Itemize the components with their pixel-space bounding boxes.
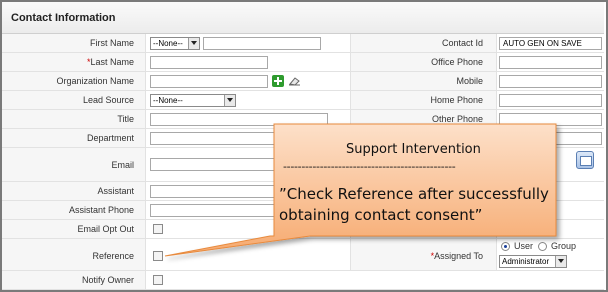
home-phone-label: Home Phone (430, 95, 483, 105)
assign-group-radio[interactable] (538, 242, 547, 251)
lead-source-label: Lead Source (82, 95, 134, 105)
chevron-down-icon (555, 256, 566, 267)
assigned-to-label: *Assigned To (430, 251, 483, 261)
home-phone-input[interactable] (499, 94, 602, 107)
office-phone-label: Office Phone (431, 57, 483, 67)
email-opt-out-label: Email Opt Out (77, 224, 134, 234)
row-lead-source: Lead Source --None-- Home Phone (2, 91, 604, 110)
other-phone-input[interactable] (499, 113, 602, 126)
assistant-label: Assistant (97, 186, 134, 196)
email-opt-out-checkbox[interactable] (153, 224, 163, 234)
first-name-label: First Name (89, 38, 134, 48)
row-reference: Reference *Assigned To User Group Admini… (2, 239, 604, 271)
eraser-icon[interactable] (288, 76, 301, 86)
section-title: Contact Information (11, 12, 116, 24)
section-header: Contact Information (2, 2, 604, 34)
row-organization-name: Organization Name Mobile (2, 72, 604, 91)
first-name-input[interactable] (203, 37, 321, 50)
row-title: Title Other Phone (2, 110, 604, 129)
calendar-icon[interactable] (576, 151, 594, 169)
chevron-down-icon (224, 95, 235, 106)
last-name-input[interactable] (150, 56, 268, 69)
row-last-name: *Last Name Office Phone (2, 53, 604, 72)
assign-user-label: User (514, 241, 534, 251)
reference-checkbox[interactable] (153, 251, 163, 261)
notify-owner-label: Notify Owner (81, 275, 134, 285)
assign-user-radio[interactable] (501, 242, 510, 251)
assigned-to-select[interactable]: Administrator (499, 255, 567, 268)
department-input[interactable] (150, 132, 328, 145)
notify-owner-checkbox[interactable] (153, 275, 163, 285)
callout-title: Support Intervention (346, 142, 481, 157)
last-name-label: *Last Name (86, 57, 134, 67)
lead-source-select[interactable]: --None-- (150, 94, 236, 107)
mobile-label: Mobile (456, 76, 483, 86)
reference-label: Reference (92, 251, 134, 261)
chevron-down-icon (188, 38, 199, 49)
right-input-row6[interactable] (499, 132, 602, 145)
assistant-phone-label: Assistant Phone (68, 205, 134, 215)
organization-name-label: Organization Name (56, 76, 134, 86)
contact-id-field: AUTO GEN ON SAVE (499, 37, 602, 50)
callout-line-2: obtaining contact consent” (279, 206, 483, 224)
department-label: Department (86, 133, 134, 143)
callout-divider: ----------------------------------------… (283, 160, 456, 173)
title-label: Title (117, 114, 134, 124)
plus-icon[interactable] (272, 75, 284, 87)
mobile-input[interactable] (499, 75, 602, 88)
assign-group-label: Group (551, 241, 577, 251)
contact-id-label: Contact Id (441, 38, 483, 48)
organization-name-input[interactable] (150, 75, 268, 88)
salutation-select[interactable]: --None-- (150, 37, 200, 50)
title-input[interactable] (150, 113, 328, 126)
office-phone-input[interactable] (499, 56, 602, 69)
row-department: Department (2, 129, 604, 148)
callout-line-1: ”Check Reference after successfully (279, 185, 549, 203)
other-phone-label: Other Phone (431, 114, 483, 124)
row-notify-owner: Notify Owner (2, 271, 604, 290)
row-first-name: First Name --None-- Contact Id AUTO GEN … (2, 34, 604, 53)
email-label: Email (111, 160, 134, 170)
